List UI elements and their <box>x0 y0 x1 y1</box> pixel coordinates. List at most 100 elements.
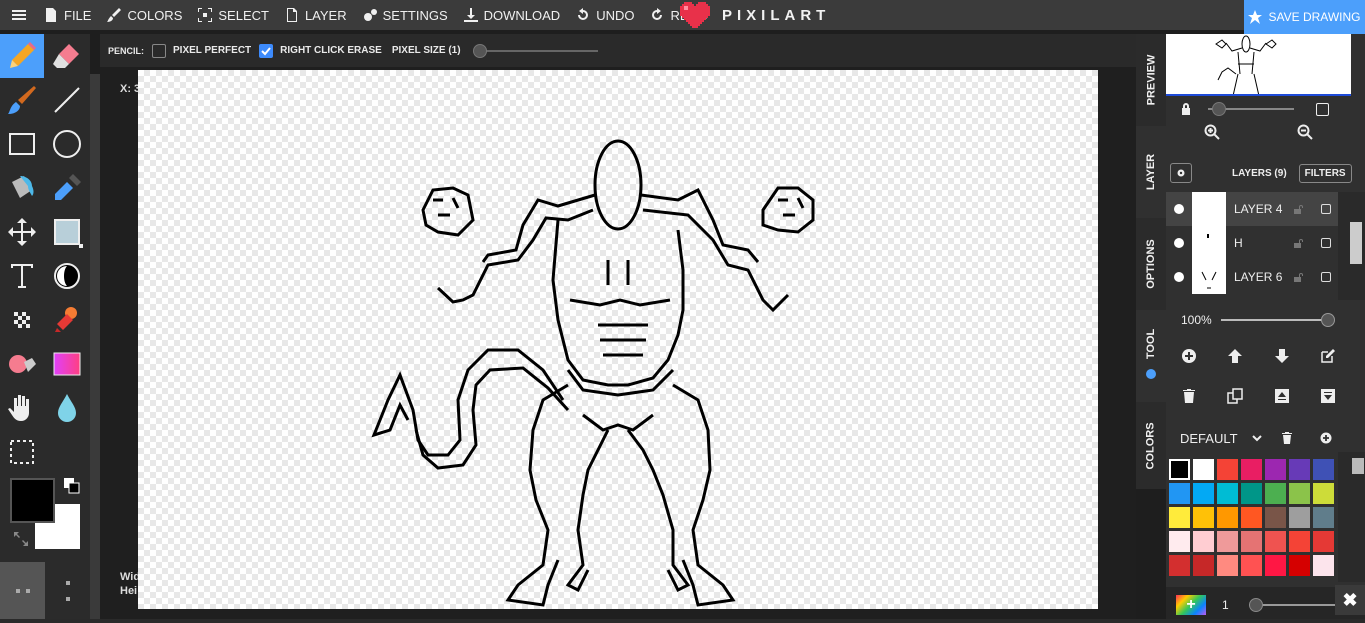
pixel-size-slider-handle[interactable] <box>472 43 487 58</box>
right-click-erase-checkbox[interactable] <box>259 43 274 58</box>
download-menu-button[interactable]: DOWNLOAD <box>456 0 569 30</box>
layer-select-checkbox[interactable] <box>1321 204 1331 214</box>
pixel-perfect-option[interactable]: PIXEL PERFECT <box>152 43 251 58</box>
line-tool[interactable] <box>45 78 89 122</box>
brush-size-slider-handle[interactable] <box>1248 598 1263 612</box>
color-swatch[interactable] <box>1168 458 1191 481</box>
blur-tool[interactable] <box>45 386 89 430</box>
tab-preview[interactable]: PREVIEW <box>1136 34 1166 126</box>
select-menu-button[interactable]: SELECT <box>190 0 277 30</box>
layer-scroll-thumb[interactable] <box>1350 222 1362 264</box>
layer-row-h[interactable]: H <box>1166 226 1338 260</box>
color-swatch[interactable] <box>1216 458 1239 481</box>
color-swatch[interactable] <box>1192 482 1215 505</box>
palette-scrollbar[interactable] <box>1338 452 1365 582</box>
layer-list-scrollbar[interactable] <box>1338 192 1365 300</box>
duplicate-layer-icon[interactable] <box>1227 388 1244 404</box>
layer-select-checkbox[interactable] <box>1321 238 1331 248</box>
pixilart-logo[interactable]: PIXILART <box>680 0 830 30</box>
color-swatch[interactable] <box>1312 506 1335 529</box>
color-swatch[interactable] <box>1288 506 1311 529</box>
color-swatch[interactable] <box>1312 530 1335 553</box>
hamburger-menu-icon[interactable] <box>0 0 36 30</box>
color-swatch[interactable] <box>1240 482 1263 505</box>
color-swatch[interactable] <box>1192 530 1215 553</box>
color-swatch[interactable] <box>1240 458 1263 481</box>
opacity-slider-handle[interactable] <box>1321 313 1335 327</box>
brush-size-slider[interactable] <box>1248 598 1339 612</box>
preview-zoom-slider[interactable] <box>1208 102 1294 116</box>
layer-select-checkbox[interactable] <box>1321 272 1331 282</box>
color-swatch[interactable] <box>1264 530 1287 553</box>
add-layer-icon[interactable] <box>1181 348 1197 364</box>
color-swatch[interactable] <box>1192 506 1215 529</box>
shape-fill-tool[interactable] <box>45 210 89 254</box>
eyedropper-tool[interactable] <box>45 166 89 210</box>
add-custom-color-button[interactable]: + <box>1176 595 1206 615</box>
layer-visibility-toggle[interactable] <box>1174 238 1184 248</box>
color-swatch[interactable] <box>1216 506 1239 529</box>
expand-arrows-icon[interactable] <box>14 532 28 546</box>
brush-tool[interactable] <box>0 78 44 122</box>
unlock-icon[interactable] <box>1294 238 1304 248</box>
chevron-down-icon[interactable] <box>1251 434 1262 442</box>
color-swatch[interactable] <box>1288 554 1311 577</box>
save-drawing-button[interactable]: SAVE DRAWING <box>1244 0 1365 34</box>
dither-tool[interactable] <box>0 298 44 342</box>
pixel-size-slider[interactable] <box>472 43 598 59</box>
color-swatch[interactable] <box>1240 530 1263 553</box>
tab-options[interactable]: OPTIONS <box>1136 218 1166 310</box>
settings-menu-button[interactable]: SETTINGS <box>355 0 456 30</box>
palette-scroll-thumb[interactable] <box>1352 458 1364 474</box>
pencil-tool[interactable] <box>0 34 44 78</box>
ellipse-tool[interactable] <box>45 122 89 166</box>
colors-menu-button[interactable]: COLORS <box>99 0 190 30</box>
color-swatch[interactable] <box>1288 482 1311 505</box>
eraser-tool[interactable] <box>45 34 89 78</box>
color-swatch[interactable] <box>1168 482 1191 505</box>
drawing-canvas[interactable] <box>138 70 1098 609</box>
add-palette-icon[interactable] <box>1320 432 1332 444</box>
move-layer-down-icon[interactable] <box>1274 348 1290 364</box>
color-swatch[interactable] <box>1312 482 1335 505</box>
selection-tool[interactable] <box>0 430 44 474</box>
color-swatch[interactable] <box>1192 458 1215 481</box>
gradient-tool[interactable] <box>45 342 89 386</box>
color-swatch[interactable] <box>1240 506 1263 529</box>
grip-handle-left[interactable] <box>0 562 45 620</box>
color-swatch[interactable] <box>1264 554 1287 577</box>
color-swatch[interactable] <box>1216 530 1239 553</box>
preview-toggle-checkbox[interactable] <box>1316 102 1329 116</box>
layer-visibility-toggle[interactable] <box>1174 204 1184 214</box>
color-swatch[interactable] <box>1312 458 1335 481</box>
color-swatch[interactable] <box>1240 554 1263 577</box>
layer-visibility-toggle[interactable] <box>1174 272 1184 282</box>
file-menu-button[interactable]: FILE <box>36 0 99 30</box>
tab-colors[interactable]: COLORS <box>1136 402 1166 489</box>
preview-thumbnail[interactable] <box>1166 34 1351 96</box>
right-click-erase-option[interactable]: RIGHT CLICK ERASE <box>259 43 382 58</box>
hand-tool[interactable] <box>0 386 44 430</box>
stamp-tool[interactable] <box>45 298 89 342</box>
unlock-icon[interactable] <box>1294 204 1304 214</box>
lock-icon[interactable] <box>1180 103 1192 115</box>
color-swatch[interactable] <box>1288 458 1311 481</box>
filters-button[interactable]: FILTERS <box>1298 163 1352 183</box>
layer-row-layer-6[interactable]: LAYER 6 <box>1166 260 1338 294</box>
layer-row-layer-4[interactable]: LAYER 4 <box>1166 192 1338 226</box>
delete-layer-icon[interactable] <box>1181 388 1197 404</box>
swap-colors-icon[interactable] <box>64 478 80 494</box>
undo-button[interactable]: UNDO <box>568 0 642 30</box>
merge-up-icon[interactable] <box>1274 388 1290 404</box>
primary-color-swatch[interactable] <box>10 478 55 523</box>
delete-palette-icon[interactable] <box>1281 432 1292 444</box>
rectangle-tool[interactable] <box>0 122 44 166</box>
layer-menu-button[interactable]: LAYER <box>277 0 355 30</box>
zoom-in-icon[interactable] <box>1204 124 1220 140</box>
color-swatch[interactable] <box>1192 554 1215 577</box>
lighten-tool[interactable] <box>45 254 89 298</box>
color-swatch[interactable] <box>1312 554 1335 577</box>
unlock-icon[interactable] <box>1294 272 1304 282</box>
left-scrollbar[interactable] <box>90 74 100 619</box>
tab-layer[interactable]: LAYER <box>1136 126 1166 218</box>
